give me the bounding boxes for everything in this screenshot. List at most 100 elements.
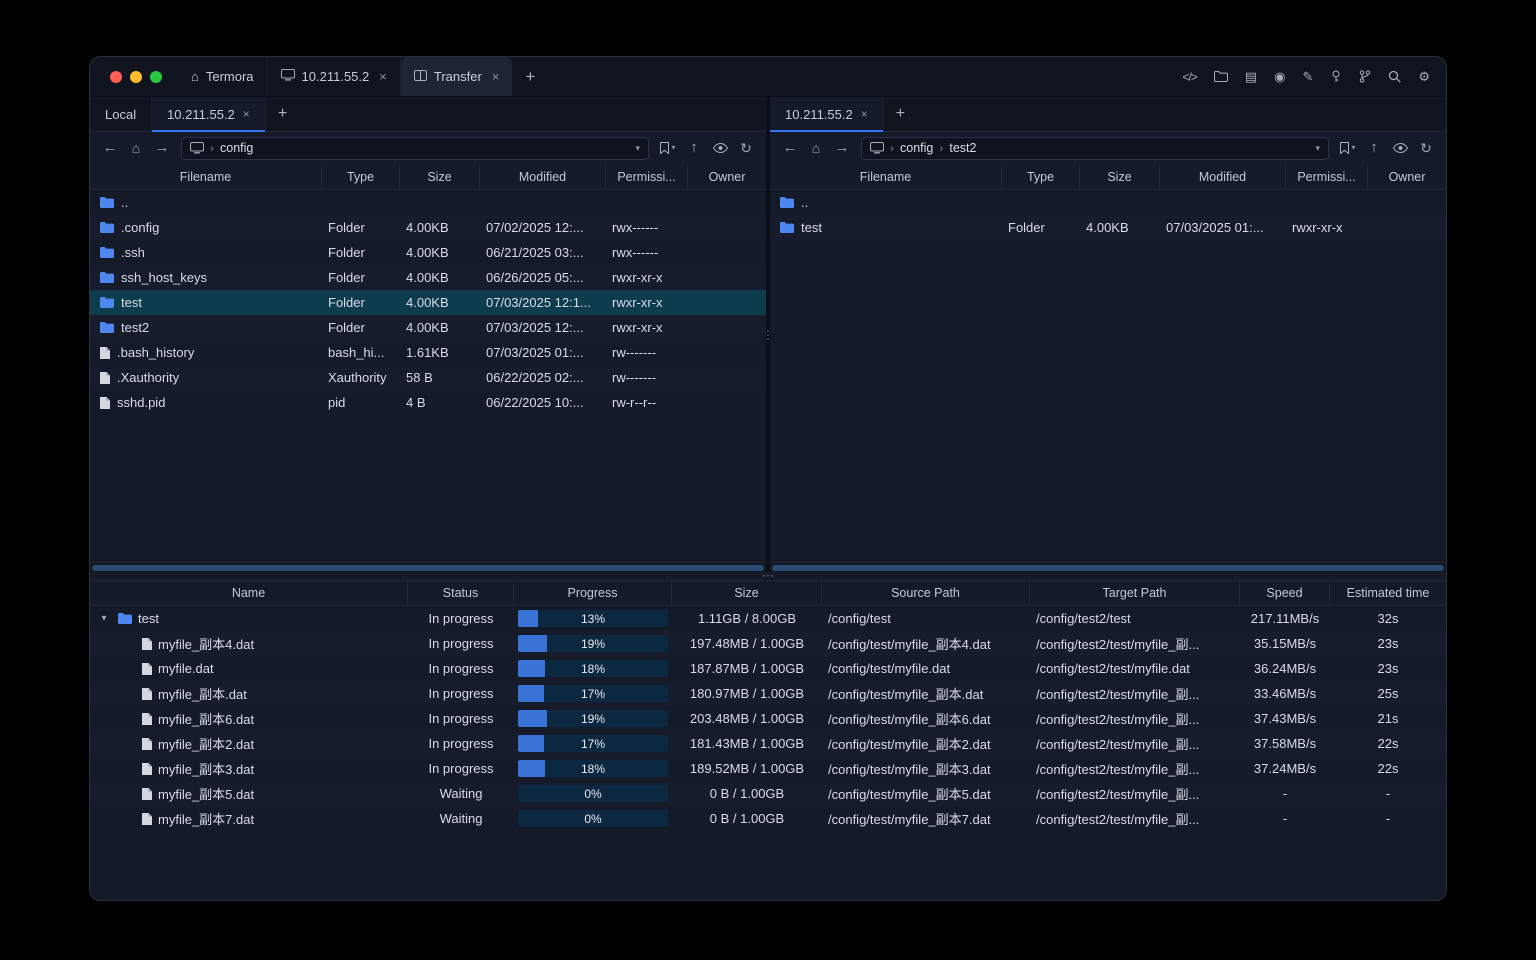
column-header-modified[interactable]: Modified bbox=[480, 164, 606, 189]
transfer-row[interactable]: myfile_副本2.dat In progress 17% 181.43MB / 1… bbox=[90, 731, 1446, 756]
close-tab-icon[interactable]: × bbox=[379, 69, 387, 84]
file-row[interactable]: .bash_history bash_hi... 1.61KB 07/03/2025 … bbox=[90, 340, 766, 365]
path-field[interactable]: › config ▾ bbox=[181, 136, 649, 160]
column-header-type[interactable]: Type bbox=[1002, 164, 1080, 189]
app-tab-transfer[interactable]: Transfer × bbox=[400, 57, 513, 96]
file-row[interactable]: .. bbox=[770, 190, 1446, 215]
close-tab-icon[interactable]: × bbox=[243, 107, 250, 121]
transfer-row[interactable]: myfile_副本4.dat In progress 19% 197.48MB / 1… bbox=[90, 631, 1446, 656]
column-header-progress[interactable]: Progress bbox=[514, 581, 672, 605]
close-window-button[interactable] bbox=[110, 70, 122, 83]
progress-bar: 0% bbox=[518, 810, 668, 827]
bookmark-button[interactable]: ▾ bbox=[656, 136, 680, 160]
breadcrumb-item[interactable]: config bbox=[900, 141, 933, 155]
column-header-permissi[interactable]: Permissi... bbox=[1286, 164, 1368, 189]
column-header-size[interactable]: Size bbox=[672, 581, 822, 605]
transfer-name: myfile_副本2.dat bbox=[158, 737, 255, 752]
record-icon[interactable]: ◉ bbox=[1274, 69, 1285, 85]
code-icon[interactable]: </> bbox=[1182, 70, 1197, 84]
file-row[interactable]: test Folder 4.00KB 07/03/2025 01:... rwxr-xr… bbox=[770, 215, 1446, 240]
column-header-filename[interactable]: Filename bbox=[770, 164, 1002, 189]
file-row[interactable]: test Folder 4.00KB 07/03/2025 12:1... rwxr-x… bbox=[90, 290, 766, 315]
back-button[interactable]: ← bbox=[778, 136, 802, 160]
pane-tab-10-211-55-2[interactable]: 10.211.55.2 × bbox=[152, 97, 266, 132]
file-row[interactable]: .ssh Folder 4.00KB 06/21/2025 03:... rwx----… bbox=[90, 240, 766, 265]
zoom-window-button[interactable] bbox=[150, 70, 162, 83]
column-header-speed[interactable]: Speed bbox=[1240, 581, 1330, 605]
app-tab-termora[interactable]: ⌂ Termora bbox=[178, 57, 268, 96]
file-row[interactable]: test2 Folder 4.00KB 07/03/2025 12:... rwxr-x… bbox=[90, 315, 766, 340]
column-header-source-path[interactable]: Source Path bbox=[822, 581, 1030, 605]
file-row[interactable]: .. bbox=[90, 190, 766, 215]
transfer-row[interactable]: myfile_副本.dat In progress 17% 180.97MB / 1.… bbox=[90, 681, 1446, 706]
file-row[interactable]: sshd.pid pid 4 B 06/22/2025 10:... rw-r--r-- bbox=[90, 390, 766, 415]
chevron-down-icon[interactable]: ▾ bbox=[96, 613, 112, 624]
file-panes: Local 10.211.55.2 × + ← ⌂ → › config ▾ ▾ ↑ … bbox=[90, 97, 1446, 572]
new-pane-tab-button[interactable]: + bbox=[266, 97, 299, 131]
pane-tab-local[interactable]: Local bbox=[90, 97, 153, 131]
upload-button[interactable]: ↑ bbox=[682, 136, 706, 160]
show-hidden-button[interactable] bbox=[708, 136, 732, 160]
new-pane-tab-button[interactable]: + bbox=[884, 97, 917, 131]
upload-button[interactable]: ↑ bbox=[1362, 136, 1386, 160]
minimize-window-button[interactable] bbox=[130, 70, 142, 83]
scrollbar-thumb[interactable] bbox=[92, 565, 764, 571]
forward-button[interactable]: → bbox=[150, 136, 174, 160]
column-header-modified[interactable]: Modified bbox=[1160, 164, 1286, 189]
close-tab-icon[interactable]: × bbox=[492, 69, 500, 84]
column-header-filename[interactable]: Filename bbox=[90, 164, 322, 189]
pane-tab-10-211-55-2[interactable]: 10.211.55.2 × bbox=[770, 97, 884, 132]
back-button[interactable]: ← bbox=[98, 136, 122, 160]
gear-icon[interactable]: ⚙ bbox=[1418, 69, 1430, 85]
column-header-owner[interactable]: Owner bbox=[1368, 164, 1446, 189]
file-row[interactable]: .Xauthority Xauthority 58 B 06/22/2025 02:.… bbox=[90, 365, 766, 390]
breadcrumb-item[interactable]: test2 bbox=[949, 141, 976, 155]
edit-icon[interactable]: ✎ bbox=[1302, 69, 1313, 85]
transfer-row[interactable]: ▾ test In progress 13% 1.11GB / 8.00GB/confi… bbox=[90, 606, 1446, 631]
splitter-grip-icon: ⋯ bbox=[761, 568, 775, 583]
file-row[interactable]: ssh_host_keys Folder 4.00KB 06/26/2025 05:.… bbox=[90, 265, 766, 290]
column-header-status[interactable]: Status bbox=[408, 581, 514, 605]
transfer-row[interactable]: myfile_副本6.dat In progress 19% 203.48MB / 1… bbox=[90, 706, 1446, 731]
transfer-row[interactable]: myfile_副本5.dat Waiting 0% 0 B / 1.00GB/conf… bbox=[90, 781, 1446, 806]
path-field[interactable]: › config › test2 ▾ bbox=[861, 136, 1329, 160]
chevron-down-icon[interactable]: ▾ bbox=[1315, 143, 1320, 154]
transfer-row[interactable]: myfile_副本3.dat In progress 18% 189.52MB / 1… bbox=[90, 756, 1446, 781]
file-row[interactable]: .config Folder 4.00KB 07/02/2025 12:... rwx-… bbox=[90, 215, 766, 240]
close-tab-icon[interactable]: × bbox=[861, 107, 868, 121]
app-tab-10-211-55-2[interactable]: 10.211.55.2 × bbox=[268, 57, 401, 96]
file-permissions: rwx------ bbox=[612, 220, 659, 235]
home-button[interactable]: ⌂ bbox=[804, 136, 828, 160]
column-header-permissi[interactable]: Permissi... bbox=[606, 164, 688, 189]
column-header-size[interactable]: Size bbox=[1080, 164, 1160, 189]
progress-bar: 13% bbox=[518, 610, 668, 627]
forward-button[interactable]: → bbox=[830, 136, 854, 160]
key-icon[interactable] bbox=[1330, 70, 1342, 83]
branch-icon[interactable] bbox=[1359, 70, 1371, 83]
transfer-splitter[interactable]: ⋯ bbox=[90, 568, 1446, 583]
column-header-size[interactable]: Size bbox=[400, 164, 480, 189]
breadcrumb-item[interactable]: config bbox=[220, 141, 253, 155]
transfer-row[interactable]: myfile.dat In progress 18% 187.87MB / 1.00G… bbox=[90, 656, 1446, 681]
transfer-row[interactable]: myfile_副本7.dat Waiting 0% 0 B / 1.00GB/conf… bbox=[90, 806, 1446, 831]
show-hidden-button[interactable] bbox=[1388, 136, 1412, 160]
bookmark-button[interactable]: ▾ bbox=[1336, 136, 1360, 160]
transfer-size: 197.48MB / 1.00GB bbox=[689, 636, 805, 651]
journal-icon[interactable]: ▤ bbox=[1245, 69, 1257, 85]
column-header-target-path[interactable]: Target Path bbox=[1030, 581, 1240, 605]
scrollbar-thumb[interactable] bbox=[772, 565, 1444, 571]
pane-tab-bar: Local 10.211.55.2 × + bbox=[90, 97, 766, 132]
search-icon[interactable] bbox=[1388, 70, 1402, 83]
refresh-button[interactable]: ↻ bbox=[1414, 136, 1438, 160]
refresh-button[interactable]: ↻ bbox=[734, 136, 758, 160]
home-button[interactable]: ⌂ bbox=[124, 136, 148, 160]
horizontal-scrollbar[interactable] bbox=[770, 562, 1446, 572]
chevron-down-icon[interactable]: ▾ bbox=[635, 143, 640, 154]
horizontal-scrollbar[interactable] bbox=[90, 562, 766, 572]
column-header-type[interactable]: Type bbox=[322, 164, 400, 189]
folder-icon[interactable] bbox=[1213, 71, 1228, 82]
column-header-name[interactable]: Name bbox=[90, 581, 408, 605]
column-header-estimated-time[interactable]: Estimated time bbox=[1330, 581, 1446, 605]
new-app-tab-button[interactable]: + bbox=[512, 57, 548, 96]
column-header-owner[interactable]: Owner bbox=[688, 164, 766, 189]
